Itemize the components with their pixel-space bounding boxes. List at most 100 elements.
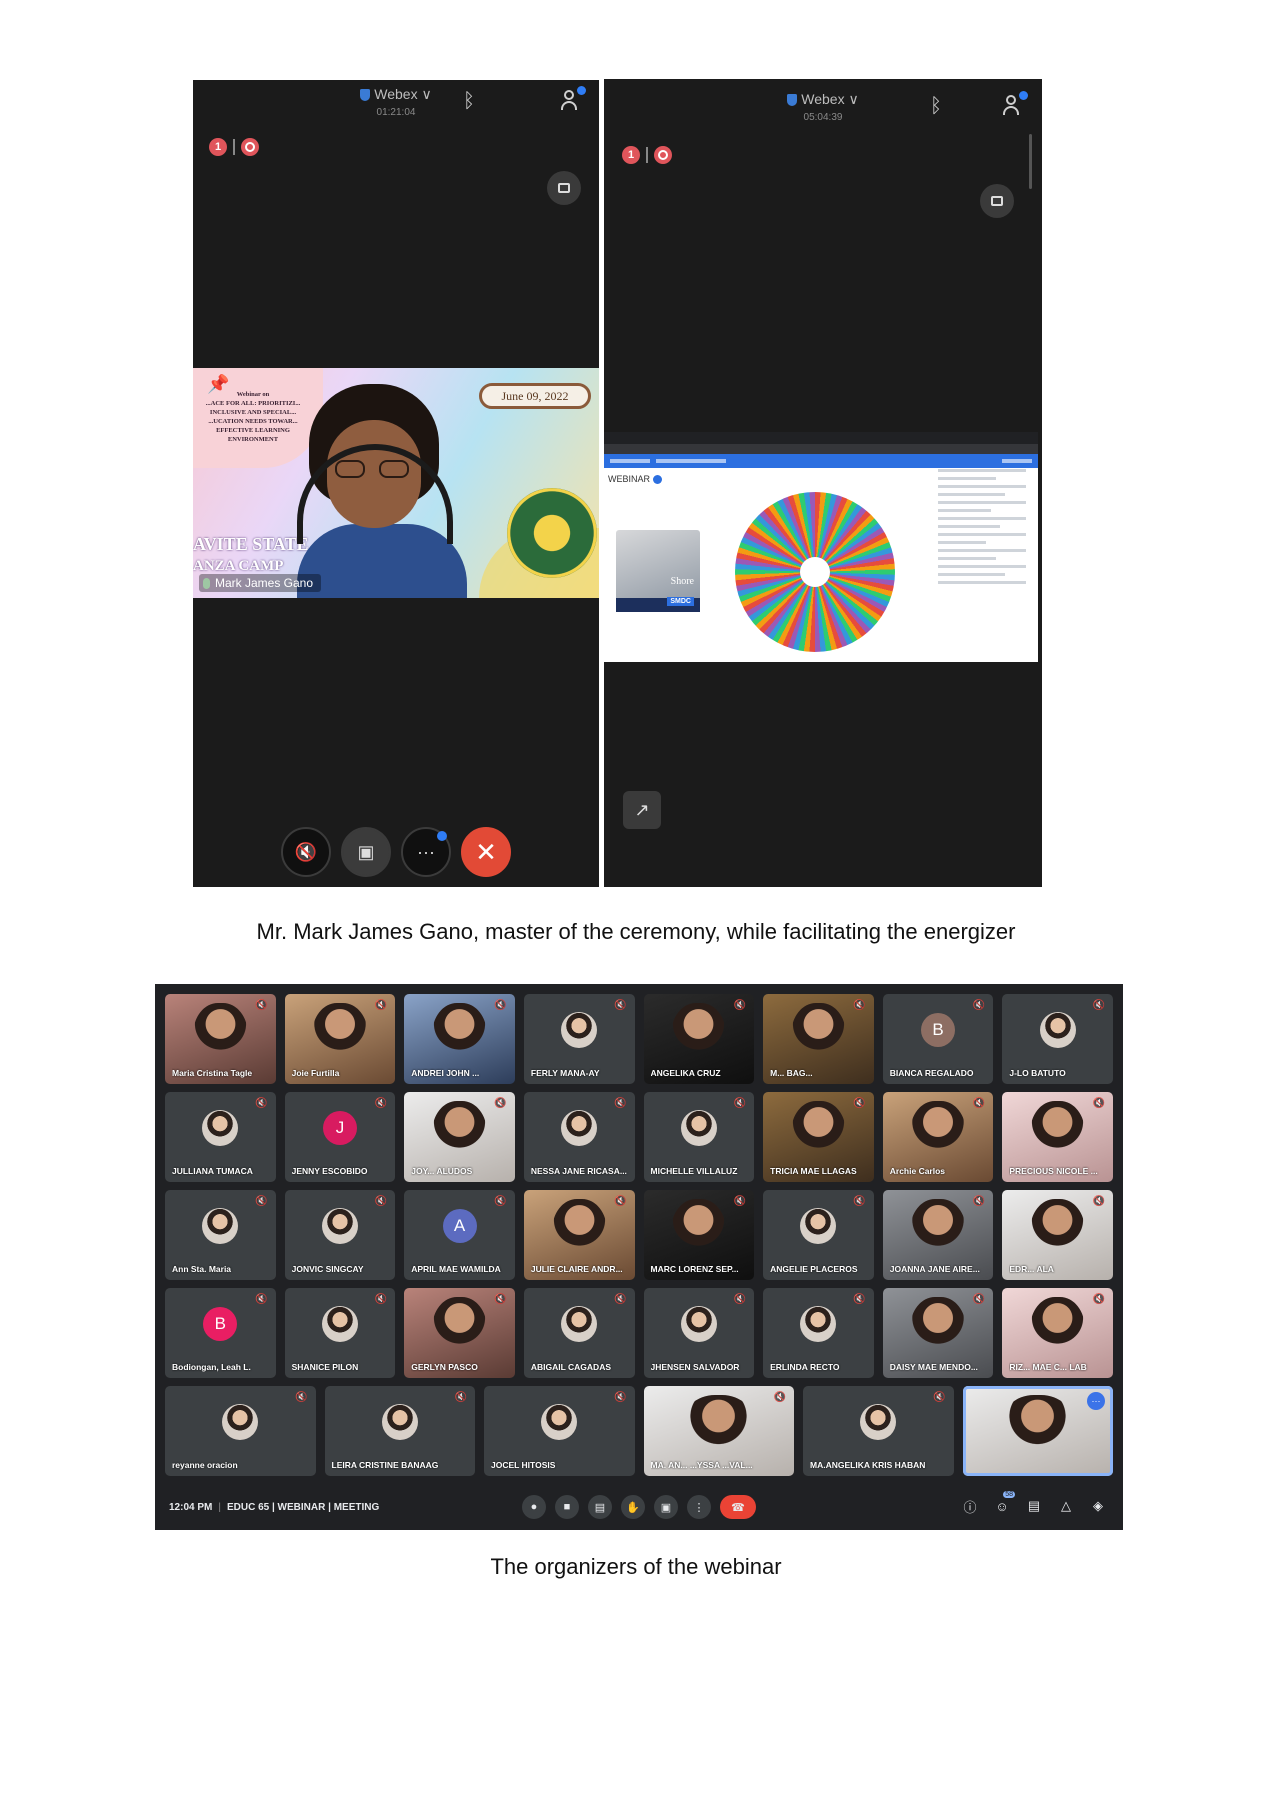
participants-icon[interactable]	[1002, 91, 1028, 119]
participant-tile[interactable]: 🔇 Joie Furtilla	[284, 994, 396, 1084]
scrollbar[interactable]	[1029, 134, 1032, 189]
webex-app-menu[interactable]: Webex ∨	[360, 86, 432, 103]
participant-tile[interactable]: 🔇 JOY... ALUDOS	[404, 1092, 515, 1182]
participant-name: TRICIA MAE LLAGAS	[770, 1166, 857, 1176]
participant-name: ABIGAIL CAGADAS	[530, 1362, 611, 1372]
info-button[interactable]: ⓘ	[959, 1495, 981, 1517]
raise-hand-button[interactable]: ✋	[621, 1495, 645, 1519]
chat-button[interactable]: ▤	[1023, 1495, 1045, 1517]
participant-name: ANGELIKA CRUZ	[650, 1068, 721, 1078]
bluetooth-icon[interactable]: ᛒ	[930, 95, 942, 118]
participant-tile[interactable]: J 🔇 JENNY ESCOBIDO	[284, 1092, 396, 1182]
participant-tile[interactable]: 🔇 DAISY MAE MENDO...	[882, 1288, 994, 1378]
ad-brand: SMDC	[667, 597, 694, 606]
participant-tile[interactable]: 🔇 GERLYN PASCO	[404, 1288, 515, 1378]
participant-tile[interactable]: 🔇 TRICIA MAE LLAGAS	[763, 1092, 874, 1182]
avatar	[680, 1110, 717, 1146]
more-options-button[interactable]: ⋮	[687, 1495, 711, 1519]
layout-icon	[558, 183, 570, 193]
advertisement[interactable]: Shore SMDC	[616, 530, 700, 612]
bluetooth-icon[interactable]: ᛒ	[463, 90, 475, 113]
webex-app-menu[interactable]: Webex ∨	[787, 91, 859, 108]
participant-tile[interactable]: 🔇 ERLINDA RECTO	[763, 1288, 874, 1378]
avatar	[541, 1404, 578, 1440]
participant-tile[interactable]: 🔇 MA. AN... ...YSSA ...VAL...	[643, 1386, 794, 1476]
layout-button[interactable]	[547, 171, 581, 205]
tile-more-button[interactable]: ···	[1087, 1392, 1105, 1410]
participant-tile[interactable]: 🔇 JULIE CLAIRE ANDR...	[523, 1190, 635, 1280]
avatar	[381, 1404, 418, 1440]
recording-icon[interactable]	[241, 138, 259, 156]
host-controls-button[interactable]: ◈	[1087, 1495, 1109, 1517]
participant-tile[interactable]: B 🔇 Bodiongan, Leah L.	[165, 1288, 276, 1378]
avatar	[202, 1110, 239, 1146]
activities-button[interactable]: △	[1055, 1495, 1077, 1517]
mic-off-icon: 🔇	[733, 1294, 747, 1305]
shield-icon	[360, 88, 371, 101]
participant-tile[interactable]: 🔇 EDR... ALA	[1002, 1190, 1113, 1280]
layout-button[interactable]	[980, 184, 1014, 218]
avatar	[800, 1306, 837, 1342]
mic-off-icon: 🔇	[853, 1000, 866, 1011]
participant-tile[interactable]: 🔇 reyanne oracion	[165, 1386, 316, 1476]
participant-tile[interactable]: 🔇 J-LO BATUTO	[1002, 994, 1113, 1084]
participant-name: RIZ... MAE C... LAB	[1009, 1362, 1087, 1372]
people-button[interactable]: ☺ 58	[991, 1491, 1015, 1517]
mute-button[interactable]: 🔇	[281, 827, 331, 877]
participant-tile[interactable]: 🔇 Ann Sta. Maria	[165, 1190, 276, 1280]
participant-tile[interactable]: 🔇 Archie Carlos	[882, 1092, 994, 1182]
more-options-button[interactable]: ···	[401, 827, 451, 877]
participant-tile[interactable]: 🔇 JOCEL HITOSIS	[484, 1386, 635, 1476]
participant-tile[interactable]: 🔇 JULLIANA TUMACA	[165, 1092, 276, 1182]
open-external-button[interactable]: ↗	[623, 791, 661, 829]
caption-organizers: The organizers of the webinar	[490, 1554, 782, 1579]
participant-tile[interactable]: 🔇 JHENSEN SALVADOR	[643, 1288, 755, 1378]
notification-badges: 1	[209, 138, 259, 156]
participant-tile[interactable]: 🔇 JONVIC SINGCAY	[284, 1190, 396, 1280]
participant-tile[interactable]: 🔇 MARC LORENZ SEP...	[643, 1190, 755, 1280]
participant-tile[interactable]: 🔇 MICHELLE VILLALUZ	[643, 1092, 755, 1182]
meeting-title: EDUC 65 | WEBINAR | MEETING	[226, 1502, 380, 1513]
mic-icon	[203, 577, 210, 589]
participant-name: JULIE CLAIRE ANDR...	[530, 1264, 623, 1274]
participant-tile[interactable]: 🔇 PRECIOUS NICOLE ...	[1002, 1092, 1113, 1182]
participant-tile[interactable]: 🔇 Maria Cristina Tagle	[165, 994, 276, 1084]
participant-tile[interactable]: 🔇 ANGELIKA CRUZ	[643, 994, 755, 1084]
more-vert-icon: ⋮	[693, 1501, 705, 1514]
participant-tile[interactable]: 🔇 LEIRA CRISTINE BANAAG	[324, 1386, 475, 1476]
avatar	[800, 1208, 837, 1244]
camera-button[interactable]: ■	[555, 1495, 579, 1519]
participant-tile[interactable]: 🔇 FERLY MANA-AY	[523, 994, 635, 1084]
participant-tile[interactable]: A 🔇 APRIL MAE WAMILDA	[404, 1190, 515, 1280]
notification-count-badge[interactable]: 1	[622, 146, 640, 164]
present-button[interactable]: ▣	[654, 1495, 678, 1519]
captions-button[interactable]: ▤	[588, 1495, 612, 1519]
end-call-button[interactable]: ✕	[461, 827, 511, 877]
mic-off-icon: 🔇	[972, 1098, 986, 1109]
participant-tile[interactable]: 🔇 JOANNA JANE AIRE...	[882, 1190, 994, 1280]
mic-off-icon: 🔇	[454, 1392, 467, 1403]
participant-tile[interactable]: 🔇 ABIGAIL CAGADAS	[523, 1288, 635, 1378]
participant-tile[interactable]: 🔇 MA.ANGELIKA KRIS HABAN	[803, 1386, 954, 1476]
participant-tile[interactable]: 🔇 NESSA JANE RICASA...	[523, 1092, 635, 1182]
notification-count-badge[interactable]: 1	[209, 138, 227, 156]
participant-name: Archie Carlos	[889, 1166, 946, 1176]
video-off-button[interactable]: ▣	[341, 827, 391, 877]
present-icon: ▣	[660, 1501, 672, 1514]
mic-button[interactable]: ●	[522, 1495, 546, 1519]
participant-tile[interactable]: 🔇 ANGELIE PLACEROS	[763, 1190, 874, 1280]
participant-tile[interactable]: 🔇 ANDREI JOHN ...	[404, 994, 515, 1084]
participant-tile[interactable]: B 🔇 BIANCA REGALADO	[882, 994, 994, 1084]
browser-tabs	[604, 432, 1038, 444]
participant-tile[interactable]: ···	[962, 1386, 1113, 1476]
webex-app-name: Webex ∨	[801, 91, 859, 107]
participant-tile[interactable]: 🔇 M... BAG...	[763, 994, 874, 1084]
recording-icon[interactable]	[654, 146, 672, 164]
participant-tile[interactable]: 🔇 SHANICE PILON	[284, 1288, 396, 1378]
mic-off-icon: 🔇	[255, 1000, 268, 1011]
participant-tile[interactable]: 🔇 RIZ... MAE C... LAB	[1002, 1288, 1113, 1378]
participants-icon[interactable]	[560, 86, 586, 114]
leave-call-button[interactable]: ☎	[720, 1495, 756, 1519]
presenter-name-tag: Mark James Gano	[199, 574, 322, 592]
webex-header: Webex ∨ 05:04:39	[604, 91, 1042, 123]
